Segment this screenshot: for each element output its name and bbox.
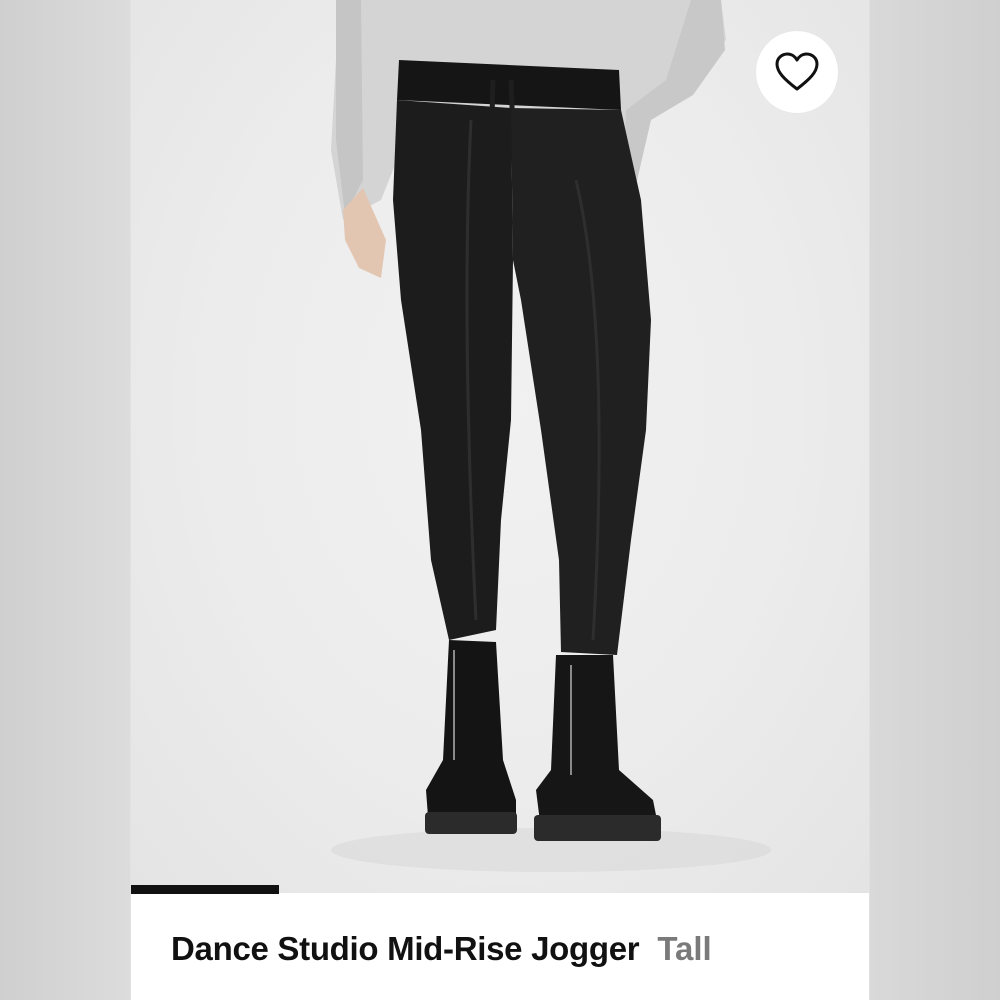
product-photo-illustration (331, 0, 771, 872)
product-title-row: Dance Studio Mid-Rise Jogger Tall (171, 930, 712, 968)
favorite-button[interactable] (756, 31, 838, 113)
gallery-progress-fill (131, 885, 279, 894)
screen-frame: Dance Studio Mid-Rise Jogger Tall (0, 0, 1000, 1000)
product-title: Dance Studio Mid-Rise Jogger (171, 930, 640, 967)
product-card: Dance Studio Mid-Rise Jogger Tall (131, 0, 869, 1000)
heart-outline-icon (775, 52, 819, 91)
product-image[interactable] (131, 0, 869, 893)
product-variant[interactable]: Tall (657, 930, 711, 968)
gallery-progress (131, 885, 869, 894)
